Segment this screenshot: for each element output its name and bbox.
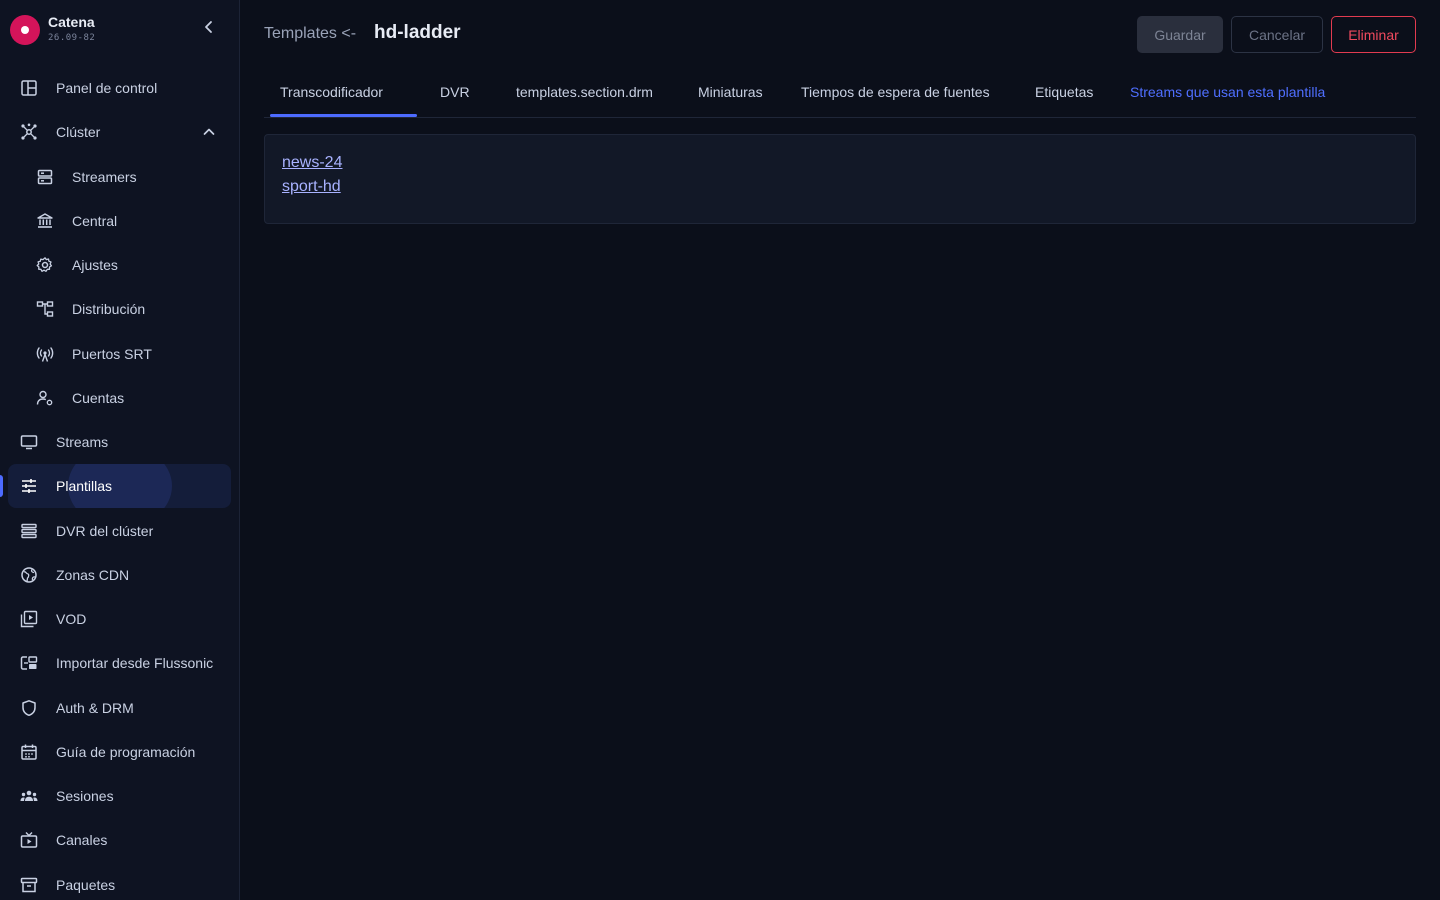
gear-icon: [36, 256, 54, 274]
tv-icon: [20, 831, 38, 849]
sidebar-item-label: Ajustes: [72, 257, 118, 273]
import-icon: [20, 654, 38, 672]
sidebar-item-guia-de-programacion[interactable]: Guía de programación: [8, 730, 231, 774]
breadcrumb[interactable]: Templates <-: [264, 25, 356, 43]
storage-icon: [20, 522, 38, 540]
sidebar-item-label: Streamers: [72, 169, 137, 185]
cancel-button[interactable]: Cancelar: [1231, 16, 1323, 53]
users-icon: [20, 787, 38, 805]
sidebar-item-label: Central: [72, 213, 118, 229]
sidebar-item-label: Guía de programación: [56, 744, 196, 760]
monitor-icon: [20, 433, 38, 451]
brand-version: 26.09-82: [48, 33, 96, 43]
sidebar-item-importar-desde-flussonic[interactable]: Importar desde Flussonic: [8, 641, 231, 685]
sidebar-item-panel-de-control[interactable]: Panel de control: [8, 66, 231, 110]
tab-tiempos-de-espera[interactable]: Tiempos de espera de fuentes: [801, 84, 990, 100]
sidebar-item-cuentas[interactable]: Cuentas: [8, 376, 231, 420]
sidebar-item-auth-drm[interactable]: Auth & DRM: [8, 686, 231, 730]
sidebar-item-label: DVR del clúster: [56, 523, 154, 539]
sidebar-item-label: Importar desde Flussonic: [56, 655, 214, 671]
collapse-sidebar-button[interactable]: [195, 15, 223, 43]
tab-streams-using-template[interactable]: Streams que usan esta plantilla: [1130, 84, 1325, 100]
delete-button[interactable]: Eliminar: [1331, 16, 1416, 53]
antenna-icon: [36, 345, 54, 363]
stream-link-sport-hd[interactable]: sport-hd: [282, 178, 341, 196]
sidebar-item-cluster[interactable]: Clúster: [8, 110, 231, 154]
sidebar-item-label: Distribución: [72, 301, 146, 317]
sidebar-item-vod[interactable]: VOD: [8, 597, 231, 641]
sidebar: Catena 26.09-82 Panel de control Clúster…: [0, 0, 240, 900]
save-button[interactable]: Guardar: [1137, 16, 1223, 53]
tab-dvr[interactable]: DVR: [440, 84, 470, 100]
sidebar-item-paquetes[interactable]: Paquetes: [8, 863, 231, 900]
tab-etiquetas[interactable]: Etiquetas: [1035, 84, 1093, 100]
sidebar-item-label: Puertos SRT: [72, 346, 152, 362]
sidebar-item-streamers[interactable]: Streamers: [8, 155, 231, 199]
sidebar-item-label: Sesiones: [56, 788, 114, 804]
active-indicator: [0, 475, 3, 497]
sidebar-item-plantillas[interactable]: Plantillas: [8, 464, 231, 508]
tab-transcodificador[interactable]: Transcodificador: [280, 84, 383, 100]
sidebar-item-dvr-del-cluster[interactable]: DVR del clúster: [8, 509, 231, 553]
stream-link-news-24[interactable]: news-24: [282, 154, 342, 172]
sidebar-item-label: Cuentas: [72, 390, 125, 406]
sidebar-item-label: Paquetes: [56, 877, 116, 893]
sidebar-item-canales[interactable]: Canales: [8, 818, 231, 862]
page-title: hd-ladder: [374, 22, 461, 43]
sidebar-item-central[interactable]: Central: [8, 199, 231, 243]
sidebar-item-zonas-cdn[interactable]: Zonas CDN: [8, 553, 231, 597]
sidebar-item-label: Auth & DRM: [56, 700, 134, 716]
sidebar-item-label: Canales: [56, 832, 108, 848]
bank-icon: [36, 212, 54, 230]
streams-list-panel: news-24 sport-hd: [264, 134, 1416, 224]
user-settings-icon: [36, 389, 54, 407]
tree-icon: [36, 300, 54, 318]
sidebar-item-label: Streams: [56, 434, 109, 450]
sidebar-item-distribucion[interactable]: Distribución: [8, 287, 231, 331]
shield-icon: [20, 699, 38, 717]
sidebar-item-label: Clúster: [56, 124, 101, 140]
brand-name: Catena: [48, 14, 95, 30]
sidebar-item-label: VOD: [56, 611, 87, 627]
sidebar-item-label: Plantillas: [56, 478, 113, 494]
tab-bar: Transcodificador DVR templates.section.d…: [264, 72, 1416, 118]
sidebar-item-label: Panel de control: [56, 80, 158, 96]
chevron-left-icon: [201, 19, 217, 40]
globe-icon: [20, 566, 38, 584]
archive-icon: [20, 876, 38, 894]
sidebar-item-ajustes[interactable]: Ajustes: [8, 243, 231, 287]
active-tab-indicator: [270, 114, 417, 117]
tab-miniaturas[interactable]: Miniaturas: [698, 84, 763, 100]
sidebar-item-label: Zonas CDN: [56, 567, 130, 583]
tab-drm[interactable]: templates.section.drm: [516, 84, 653, 100]
main-content: Templates <- hd-ladder Guardar Cancelar …: [240, 0, 1440, 900]
sidebar-item-streams[interactable]: Streams: [8, 420, 231, 464]
sidebar-item-sesiones[interactable]: Sesiones: [8, 774, 231, 818]
server-icon: [36, 168, 54, 186]
dashboard-icon: [20, 79, 38, 97]
calendar-icon: [20, 743, 38, 761]
sidebar-item-puertos-srt[interactable]: Puertos SRT: [8, 332, 231, 376]
sliders-icon: [20, 477, 38, 495]
video-library-icon: [20, 610, 38, 628]
chevron-up-icon: [201, 124, 217, 140]
brand-logo: [10, 15, 40, 45]
cluster-icon: [20, 123, 38, 141]
